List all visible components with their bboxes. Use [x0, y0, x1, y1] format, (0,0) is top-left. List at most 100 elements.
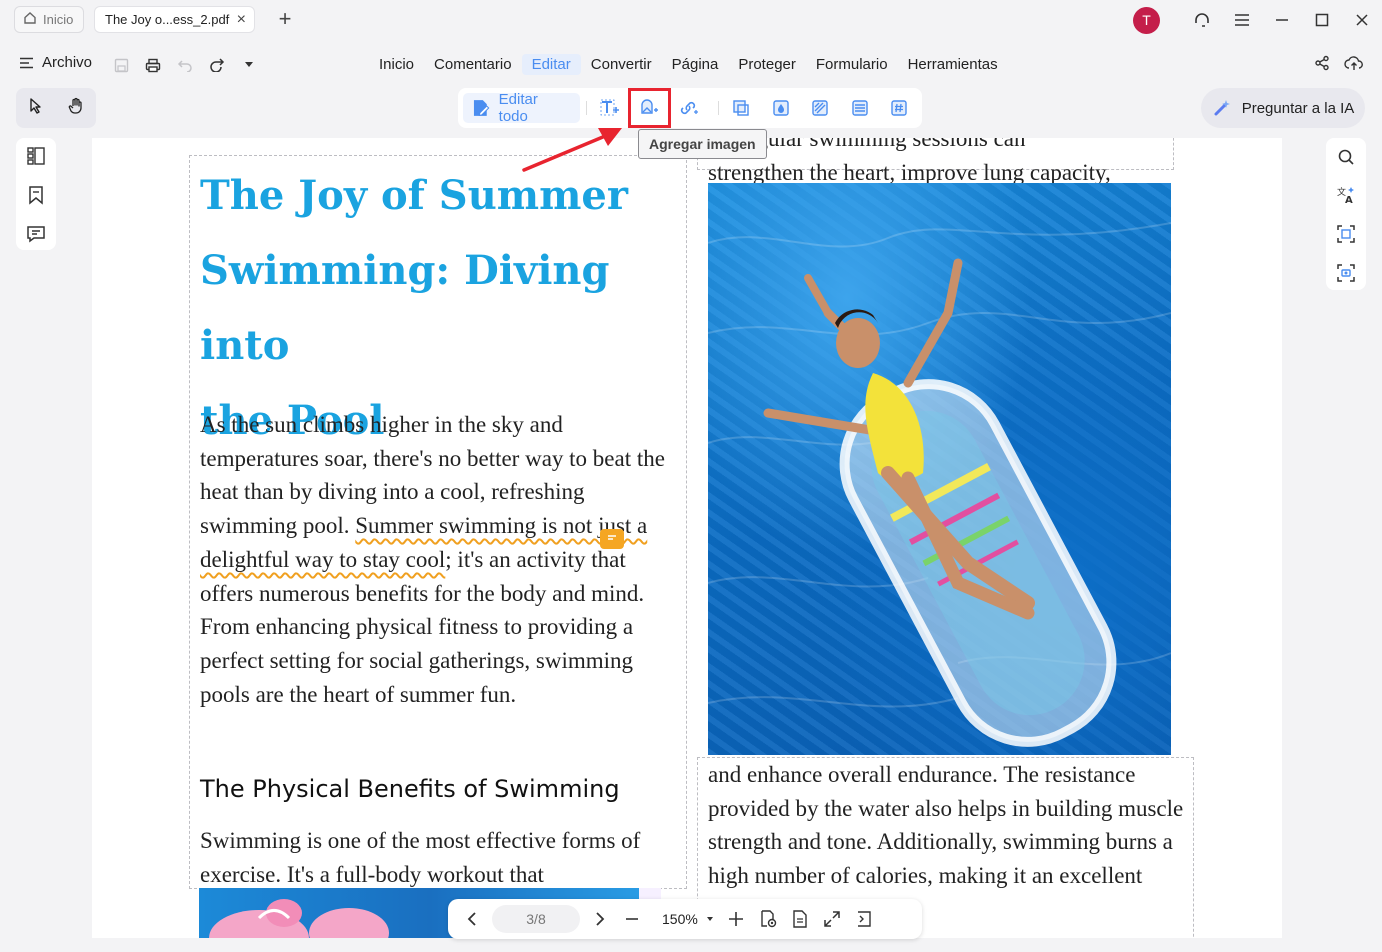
header-footer-button[interactable]: [843, 93, 877, 123]
main-menu: Inicio Comentario Editar Convertir Págin…: [369, 54, 1008, 75]
link-icon: [680, 101, 698, 115]
previous-page-button[interactable]: [456, 903, 488, 935]
select-cursor-icon[interactable]: [28, 97, 44, 120]
menu-comentario[interactable]: Comentario: [424, 54, 522, 75]
fit-page-icon: [793, 910, 807, 928]
share-icon[interactable]: [1314, 55, 1330, 76]
archivo-label: Archivo: [42, 54, 93, 71]
plus-icon: [728, 912, 743, 926]
home-icon: [23, 11, 37, 28]
menubar-right: [1314, 55, 1364, 76]
menu-proteger[interactable]: Proteger: [728, 54, 806, 75]
hand-tool-icon[interactable]: [67, 97, 85, 120]
minus-icon: [626, 918, 638, 920]
crop-icon: [733, 100, 749, 116]
translate-icon[interactable]: 文A: [1336, 185, 1356, 210]
ocr-icon[interactable]: [1336, 224, 1356, 249]
section-heading[interactable]: The Physical Benefits of Swimming: [200, 775, 620, 803]
chevron-left-icon: [467, 912, 476, 926]
toolbar-separator: [717, 101, 719, 115]
tab-home[interactable]: Inicio: [14, 6, 85, 33]
hamburger-icon: [20, 57, 33, 68]
support-icon[interactable]: [1182, 0, 1222, 40]
background-icon: [812, 100, 828, 116]
menu-icon[interactable]: [1222, 0, 1262, 40]
title-bar: Inicio The Joy o...ess_2.pdf × + T: [0, 0, 1382, 40]
bates-number-button[interactable]: [883, 93, 917, 123]
top-right-text[interactable]: ... Regular swimming sessions can streng…: [708, 138, 1188, 189]
avatar[interactable]: T: [1133, 6, 1160, 34]
bookmark-icon[interactable]: [27, 185, 45, 210]
paragraph-benefits[interactable]: Swimming is one of the most effective fo…: [200, 824, 680, 891]
add-image-button[interactable]: [627, 88, 671, 128]
menu-inicio[interactable]: Inicio: [369, 54, 424, 75]
close-tab-icon[interactable]: ×: [237, 11, 246, 28]
archivo-menu[interactable]: Archivo: [19, 54, 92, 71]
document-page: The Joy of Summer Swimming: Diving into …: [92, 138, 1282, 938]
menu-editar[interactable]: Editar: [521, 54, 581, 75]
edit-all-button[interactable]: Editar todo: [463, 91, 581, 125]
menu-pagina[interactable]: Página: [662, 54, 729, 75]
close-icon[interactable]: [1342, 0, 1382, 40]
zoom-in-button[interactable]: [720, 903, 752, 935]
page-number-icon: [891, 100, 907, 116]
background-button[interactable]: [804, 93, 838, 123]
pool-photo[interactable]: [708, 183, 1171, 755]
ask-ai-label: Preguntar a la IA: [1241, 99, 1355, 117]
menu-bar: Archivo Inicio Comentario Editar Convert…: [0, 46, 1382, 84]
zoom-value: 150%: [662, 911, 698, 927]
comment-note-icon[interactable]: [600, 529, 624, 549]
search-icon[interactable]: [1337, 148, 1355, 171]
ask-ai-button[interactable]: Preguntar a la IA: [1201, 88, 1365, 128]
menu-convertir[interactable]: Convertir: [581, 54, 662, 75]
fit-page-button[interactable]: [784, 903, 816, 935]
comments-icon[interactable]: [26, 224, 46, 249]
chevron-right-icon: [596, 912, 605, 926]
right-sidebar: 文A: [1326, 138, 1366, 290]
edit-document-icon: [473, 100, 490, 117]
undo-icon[interactable]: [173, 54, 197, 76]
menu-herramientas[interactable]: Herramientas: [898, 54, 1008, 75]
fullscreen-button[interactable]: [816, 903, 848, 935]
tooltip-add-image: Agregar imagen: [638, 129, 767, 159]
watermark-button[interactable]: [764, 93, 798, 123]
red-arrow-annotation: [522, 128, 622, 172]
cloud-upload-icon[interactable]: [1344, 55, 1364, 76]
header-footer-icon: [852, 100, 868, 116]
tab-document-label: The Joy o...ess_2.pdf: [105, 12, 230, 27]
edit-toolbar: Editar todo Preguntar a la IA: [0, 86, 1382, 130]
menu-formulario[interactable]: Formulario: [806, 54, 898, 75]
crop-page-button[interactable]: [725, 93, 759, 123]
paragraph-intro[interactable]: As the sun climbs higher in the sky and …: [200, 408, 680, 711]
print-icon[interactable]: [141, 54, 165, 76]
next-page-button[interactable]: [584, 903, 616, 935]
tab-document[interactable]: The Joy o...ess_2.pdf ×: [94, 6, 255, 33]
page-number-input[interactable]: 3/8: [492, 905, 580, 933]
minimize-icon[interactable]: [1262, 0, 1302, 40]
maximize-icon[interactable]: [1302, 0, 1342, 40]
screenshot-icon[interactable]: [1336, 263, 1356, 288]
zoom-out-button[interactable]: [616, 903, 648, 935]
tab-home-label: Inicio: [43, 12, 74, 27]
zoom-select[interactable]: 150%: [662, 911, 714, 927]
add-text-button[interactable]: [593, 93, 627, 123]
expand-icon: [824, 911, 840, 927]
view-mode-icon: [761, 910, 777, 928]
ai-sparkle-icon: [1214, 100, 1230, 116]
panel-collapse-icon: [857, 911, 871, 927]
save-icon[interactable]: [109, 54, 133, 76]
new-tab-icon[interactable]: +: [274, 7, 296, 31]
read-mode-button[interactable]: [752, 903, 784, 935]
add-text-icon: [600, 99, 619, 116]
dropdown-icon[interactable]: [237, 54, 261, 76]
pool-photo-illustration: [708, 222, 1171, 747]
left-sidebar: [16, 138, 56, 250]
add-image-icon: [641, 99, 659, 114]
page-navigation-bar: 3/8 150%: [448, 899, 922, 939]
add-link-button[interactable]: [672, 93, 706, 123]
redo-icon[interactable]: [205, 54, 229, 76]
pointer-tools: [16, 88, 96, 128]
collapse-panel-button[interactable]: [848, 903, 880, 935]
thumbnails-icon[interactable]: [26, 146, 46, 171]
toolbar-separator: [586, 101, 588, 115]
